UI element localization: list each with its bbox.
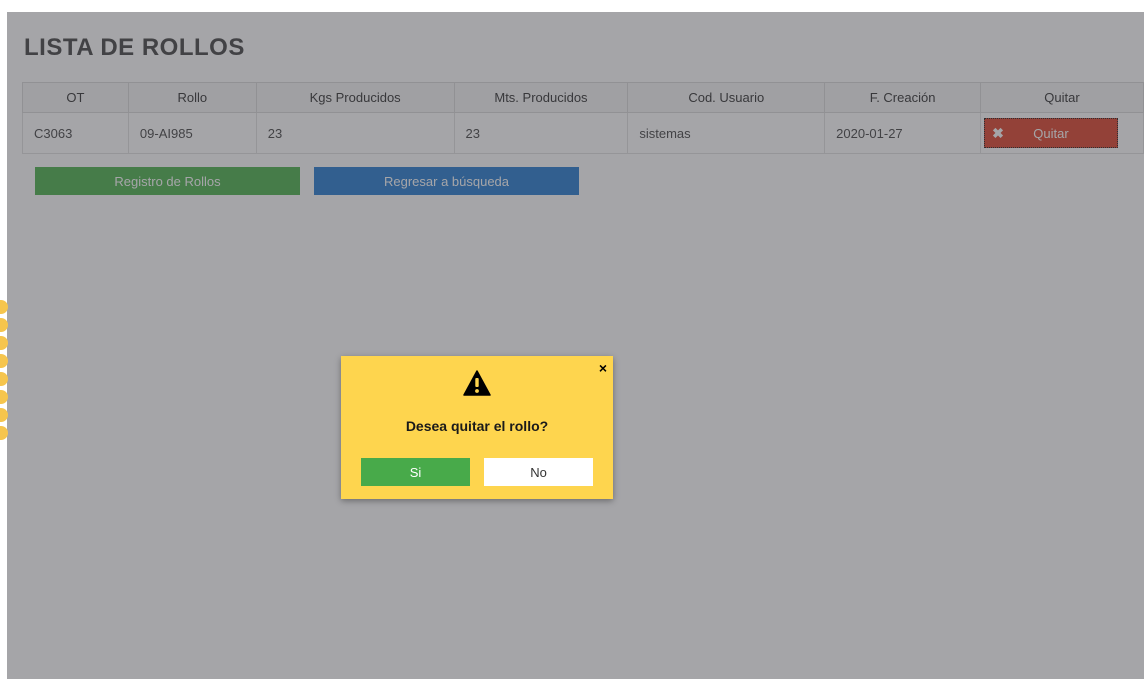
- modal-overlay[interactable]: × Desea quitar el rollo? Si No: [0, 0, 1144, 679]
- backdrop[interactable]: [7, 12, 1144, 679]
- confirm-yes-button[interactable]: Si: [361, 458, 470, 486]
- top-margin: [0, 0, 1144, 12]
- confirm-dialog: × Desea quitar el rollo? Si No: [341, 356, 613, 499]
- confirm-no-button[interactable]: No: [484, 458, 593, 486]
- close-icon[interactable]: ×: [599, 360, 607, 376]
- warning-icon: [463, 370, 491, 396]
- dialog-message: Desea quitar el rollo?: [405, 418, 549, 434]
- edge-decoration: [0, 300, 10, 444]
